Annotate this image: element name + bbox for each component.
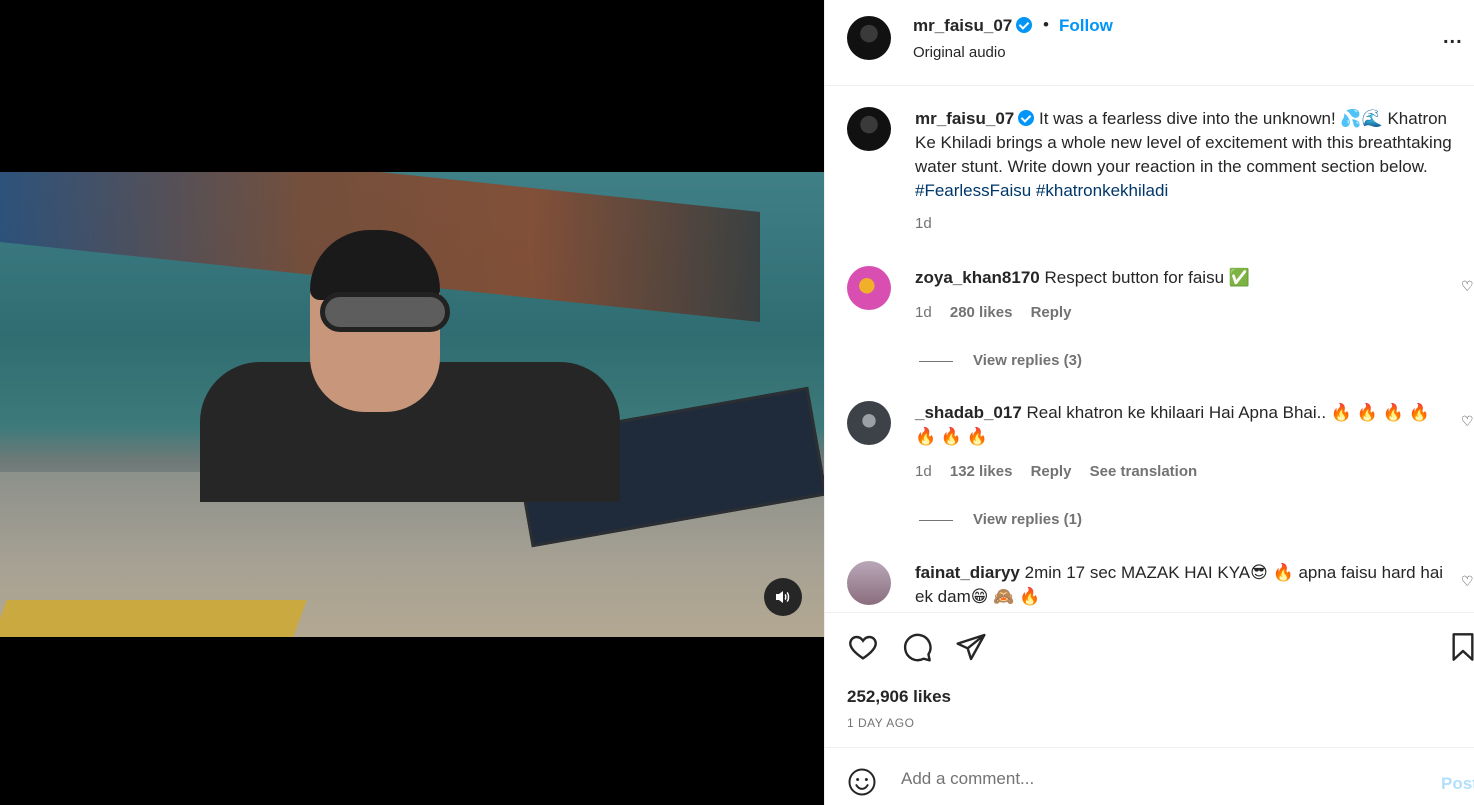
like-icon[interactable] — [847, 631, 879, 668]
avatar[interactable] — [847, 401, 891, 445]
comment-likes[interactable]: 280 likes — [950, 304, 1013, 321]
comment-time: 1d — [915, 463, 932, 480]
comment-likes[interactable]: 132 likes — [950, 463, 1013, 480]
post-header: mr_faisu_07 • Follow Original audio ... — [825, 0, 1474, 86]
avatar[interactable] — [847, 16, 891, 60]
share-icon[interactable] — [955, 631, 987, 668]
post-comment-button[interactable]: Post — [1441, 774, 1474, 794]
reply-button[interactable]: Reply — [1031, 463, 1072, 480]
likes-count[interactable]: 252,906 likes — [847, 687, 951, 707]
goggles — [320, 292, 450, 332]
verified-badge-icon — [1018, 110, 1035, 126]
avatar[interactable] — [847, 107, 891, 151]
post-media — [0, 0, 824, 805]
save-icon[interactable] — [1447, 631, 1474, 668]
comment-text: Respect button for faisu ✅ — [1044, 268, 1250, 287]
caption-username[interactable]: mr_faisu_07 — [915, 109, 1014, 128]
comments-section[interactable]: mr_faisu_07 It was a fearless dive into … — [825, 87, 1474, 612]
comment-input[interactable] — [901, 766, 1421, 792]
comment-username[interactable]: fainat_diaryy — [915, 563, 1020, 582]
comment-like-icon[interactable]: ♡ — [1461, 278, 1474, 295]
see-translation-button[interactable]: See translation — [1090, 463, 1198, 480]
comment-like-icon[interactable]: ♡ — [1461, 413, 1474, 430]
verified-badge-icon — [1016, 17, 1033, 33]
separator-dot: • — [1043, 15, 1049, 34]
more-options-icon[interactable]: ... — [1443, 26, 1463, 49]
follow-button[interactable]: Follow — [1059, 16, 1113, 36]
video-player[interactable] — [0, 172, 824, 637]
avatar[interactable] — [847, 561, 891, 605]
comment-time: 1d — [915, 304, 932, 321]
comment-like-icon[interactable]: ♡ — [1461, 573, 1474, 590]
sound-toggle-button[interactable] — [764, 578, 802, 616]
emoji-icon[interactable] — [847, 767, 877, 802]
post-time: 1 DAY AGO — [847, 716, 915, 730]
hashtags[interactable]: #FearlessFaisu #khatronkekhiladi — [915, 181, 1168, 200]
speaker-icon — [776, 591, 790, 603]
add-comment-bar: Post — [825, 747, 1474, 805]
view-replies-button[interactable]: View replies (1) — [941, 511, 1082, 528]
reply-button[interactable]: Reply — [1031, 304, 1072, 321]
post-panel: mr_faisu_07 • Follow Original audio ... … — [824, 0, 1474, 805]
caption-time: 1d — [915, 215, 932, 232]
view-replies-button[interactable]: View replies (3) — [941, 352, 1082, 369]
comment-username[interactable]: _shadab_017 — [915, 403, 1022, 422]
comment-icon[interactable] — [901, 631, 933, 668]
post-username[interactable]: mr_faisu_07 — [913, 16, 1033, 36]
avatar[interactable] — [847, 266, 891, 310]
swimmer — [180, 230, 620, 502]
action-bar: 252,906 likes 1 DAY AGO — [825, 612, 1474, 747]
comment-username[interactable]: zoya_khan8170 — [915, 268, 1040, 287]
audio-label[interactable]: Original audio — [913, 44, 1006, 61]
